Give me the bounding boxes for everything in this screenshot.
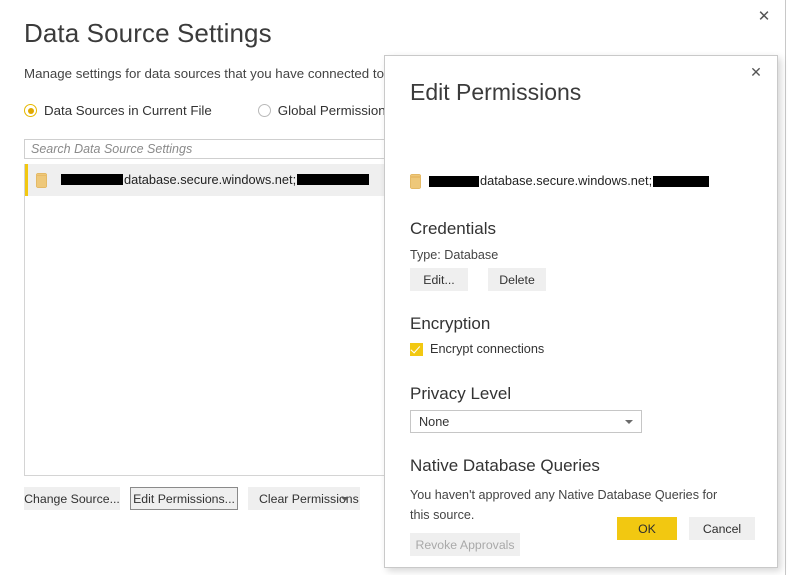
chevron-down-icon[interactable] — [625, 419, 633, 424]
radio-selected-icon — [24, 104, 37, 117]
redacted-database-name — [653, 175, 710, 187]
encryption-heading: Encryption — [410, 314, 491, 333]
checkmark-icon — [410, 342, 423, 356]
close-icon[interactable]: ✕ — [751, 4, 777, 28]
dialog-source-row: database.secure.windows.net; — [410, 173, 710, 189]
clear-permissions-button[interactable]: Clear Permissions — [248, 487, 360, 510]
credentials-edit-button[interactable]: Edit... — [410, 268, 468, 291]
page-subtitle: Manage settings for data sources that yo… — [24, 66, 384, 81]
search-placeholder: Search Data Source Settings — [31, 142, 193, 156]
ok-button[interactable]: OK — [617, 517, 677, 540]
database-icon — [410, 174, 421, 189]
edit-permissions-button[interactable]: Edit Permissions... — [130, 487, 238, 510]
cancel-button[interactable]: Cancel — [689, 517, 755, 540]
dialog-title: Edit Permissions — [410, 79, 582, 105]
list-item-text: database.secure.windows.net; — [124, 171, 297, 187]
edit-permissions-dialog: ✕ Edit Permissions database.secure.windo… — [384, 55, 778, 568]
page-title: Data Source Settings — [24, 18, 272, 48]
encrypt-connections-label: Encrypt connections — [430, 342, 545, 356]
list-item-label: database.secure.windows.net; — [61, 171, 370, 187]
privacy-level-value: None — [419, 414, 450, 429]
database-icon — [36, 172, 47, 188]
dialog-footer: OK Cancel — [617, 517, 755, 540]
radio-label: Data Sources in Current File — [44, 103, 212, 118]
redacted-server-name — [61, 174, 123, 186]
scope-radio-group: Data Sources in Current File Global Perm… — [24, 103, 392, 118]
radio-data-sources-in-current-file[interactable]: Data Sources in Current File — [24, 103, 212, 118]
credentials-delete-button[interactable]: Delete — [488, 268, 546, 291]
credentials-heading: Credentials — [410, 219, 496, 238]
main-action-buttons: Change Source... Edit Permissions... Cle… — [24, 487, 360, 510]
radio-label: Global Permissions — [277, 103, 393, 118]
credentials-buttons: Edit... Delete — [410, 268, 546, 291]
redacted-database-name — [297, 174, 370, 186]
privacy-level-heading: Privacy Level — [410, 384, 512, 403]
encrypt-connections-checkbox[interactable]: Encrypt connections — [410, 342, 544, 356]
credentials-type-label: Type: Database — [410, 248, 499, 262]
redacted-server-name — [429, 175, 479, 187]
dialog-source-text: database.secure.windows.net; — [480, 173, 653, 189]
native-queries-heading: Native Database Queries — [410, 456, 600, 475]
close-icon[interactable]: ✕ — [745, 62, 767, 82]
radio-unselected-icon — [257, 104, 271, 117]
radio-global-permissions[interactable]: Global Permissions — [257, 103, 393, 118]
chevron-down-icon[interactable] — [341, 496, 349, 501]
change-source-button[interactable]: Change Source... — [24, 487, 120, 510]
dialog-source-label: database.secure.windows.net; — [429, 173, 710, 189]
revoke-approvals-button: Revoke Approvals — [410, 533, 520, 556]
privacy-level-dropdown[interactable]: None — [410, 410, 642, 433]
